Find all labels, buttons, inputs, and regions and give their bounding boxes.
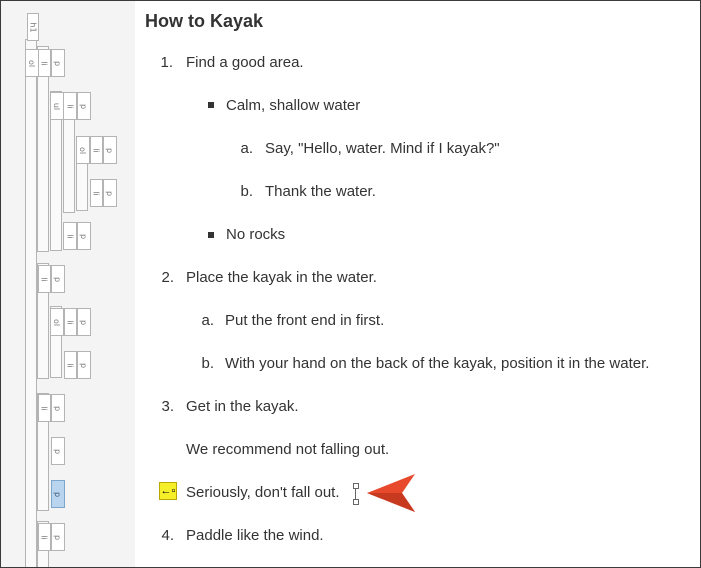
pointer-arrow-icon — [367, 474, 415, 512]
list-number: a. — [201, 312, 214, 329]
list-item-text[interactable]: Say, "Hello, water. Mind if I kayak?" — [265, 140, 500, 157]
tag-rail-ol[interactable] — [25, 39, 37, 567]
tag-h1[interactable]: h1 — [27, 13, 39, 41]
list-item-text[interactable]: Calm, shallow water — [226, 97, 360, 114]
list-item-text[interactable]: Thank the water. — [265, 183, 376, 200]
list-item-text[interactable]: Get in the kayak. — [186, 398, 299, 415]
list-number: a. — [240, 140, 253, 157]
tag-li[interactable]: li — [64, 308, 77, 336]
tag-p[interactable]: p — [51, 523, 65, 551]
resize-handle-top[interactable] — [353, 483, 359, 489]
document-title[interactable]: How to Kayak — [145, 11, 263, 32]
list-item-text[interactable]: Put the front end in first. — [225, 312, 384, 329]
tag-p[interactable]: p — [77, 222, 91, 250]
list-number: b. — [240, 183, 253, 200]
tag-p[interactable]: p — [103, 136, 117, 164]
list-item-text[interactable]: Paddle like the wind. — [186, 527, 324, 544]
tag-p[interactable]: p — [77, 308, 91, 336]
list-number: b. — [201, 355, 214, 372]
tag-ol[interactable]: ol — [50, 308, 64, 336]
tag-ul[interactable]: ul — [50, 92, 64, 120]
list-item-text[interactable]: No rocks — [226, 226, 285, 243]
text-cursor — [355, 488, 356, 499]
tag-li[interactable]: li — [38, 523, 51, 551]
tag-p[interactable]: p — [51, 265, 65, 293]
list-number: 1. — [160, 54, 173, 71]
paragraph-selected[interactable]: Seriously, don't fall out. — [186, 484, 340, 501]
list-number: 3. — [161, 398, 174, 415]
editor-window: h1 ol li p ul li p ol li p li p li p li … — [0, 0, 701, 568]
list-item-text[interactable]: Place the kayak in the water. — [186, 269, 377, 286]
structure-tag-bar: h1 ol li p ul li p ol li p li p li p li … — [1, 1, 135, 567]
tag-p[interactable]: p — [51, 49, 65, 77]
tag-p[interactable]: p — [51, 394, 65, 422]
bullet-icon — [208, 232, 214, 238]
list-number: 2. — [161, 269, 174, 286]
tag-p-selected[interactable]: p — [51, 480, 65, 508]
tag-li[interactable]: li — [63, 92, 77, 120]
bullet-icon — [208, 102, 214, 108]
tag-li[interactable]: li — [38, 265, 51, 293]
tag-li[interactable]: li — [63, 222, 77, 250]
tag-p[interactable]: p — [77, 351, 91, 379]
list-number: 4. — [161, 527, 174, 544]
list-item-text[interactable]: With your hand on the back of the kayak,… — [225, 355, 649, 372]
tag-ol[interactable]: ol — [76, 136, 90, 164]
arrow-left-marker-icon[interactable]: ←▫ — [159, 482, 177, 500]
tag-p[interactable]: p — [77, 92, 91, 120]
resize-handle-bottom[interactable] — [353, 499, 359, 505]
tag-p[interactable]: p — [51, 437, 65, 465]
paragraph[interactable]: We recommend not falling out. — [186, 441, 389, 458]
tag-li[interactable]: li — [90, 179, 103, 207]
document-content[interactable]: How to Kayak 1. Find a good area. Calm, … — [135, 1, 700, 567]
tag-p[interactable]: p — [103, 179, 117, 207]
list-item-text[interactable]: Find a good area. — [186, 54, 304, 71]
tag-ol[interactable]: ol — [25, 49, 39, 77]
tag-li[interactable]: li — [90, 136, 103, 164]
tag-li[interactable]: li — [64, 351, 77, 379]
tag-li[interactable]: li — [38, 49, 51, 77]
tag-li[interactable]: li — [38, 394, 51, 422]
